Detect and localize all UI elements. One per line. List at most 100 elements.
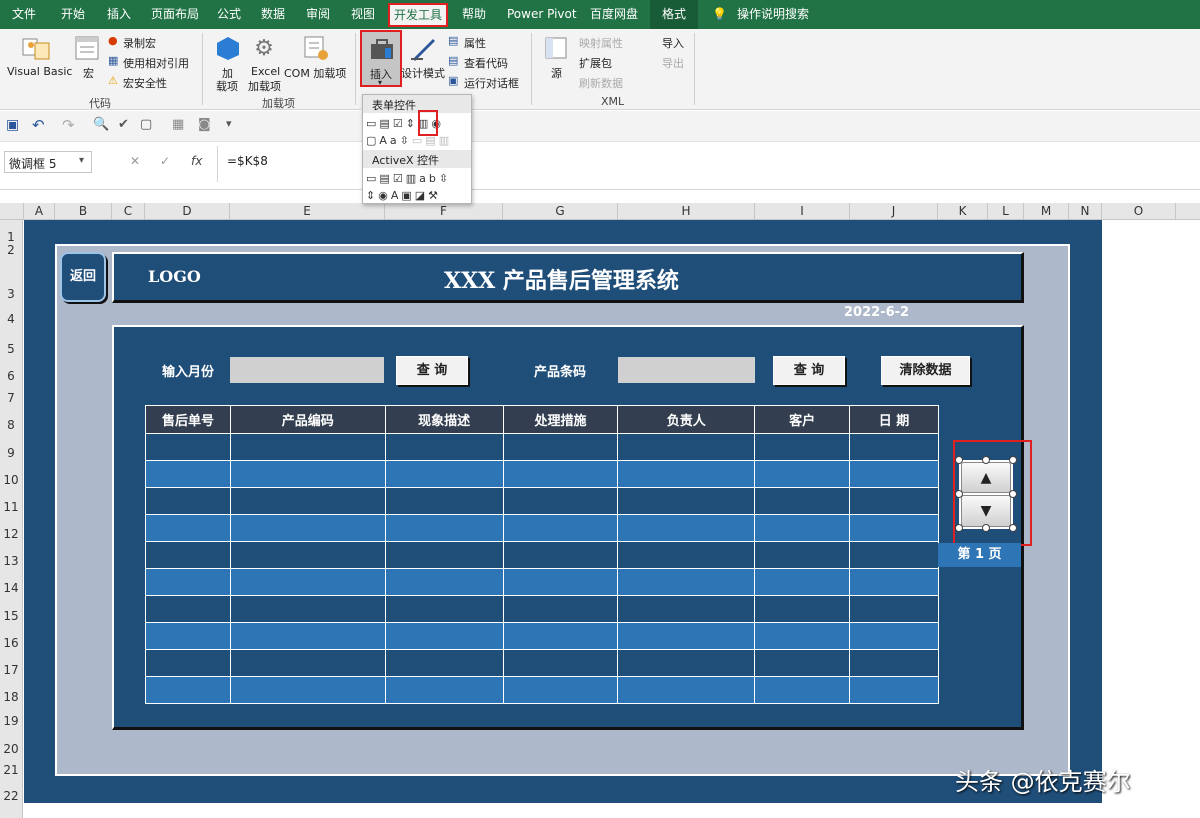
table-cell[interactable]	[754, 514, 851, 542]
spin-button[interactable]: ▲ ▼	[959, 460, 1013, 529]
view-code-button[interactable]: 查看代码	[464, 55, 508, 71]
table-cell[interactable]	[502, 595, 619, 623]
table-cell[interactable]	[502, 622, 619, 650]
com-addins-icon[interactable]	[302, 35, 330, 61]
table-cell[interactable]	[849, 433, 939, 461]
table-cell[interactable]	[617, 487, 756, 515]
addins-icon[interactable]	[214, 35, 242, 61]
row-header[interactable]: 18	[0, 690, 22, 704]
table-cell[interactable]	[229, 568, 386, 596]
tab-baidu[interactable]: 百度网盘	[590, 0, 638, 29]
formula-input[interactable]: =$K$8	[227, 154, 268, 168]
table-cell[interactable]	[384, 460, 504, 488]
table-cell[interactable]	[229, 541, 386, 569]
row-header[interactable]: 21	[0, 763, 22, 777]
spin-up-button[interactable]: ▲	[961, 462, 1011, 493]
table-cell[interactable]	[849, 514, 939, 542]
macro-security-button[interactable]: 宏安全性	[123, 75, 167, 91]
tab-insert[interactable]: 插入	[107, 0, 131, 29]
clear-data-button[interactable]: 清除数据	[881, 356, 970, 385]
table-cell[interactable]	[145, 487, 231, 515]
activex-list-box-icon[interactable]: ▥	[406, 172, 419, 185]
table-cell[interactable]	[617, 433, 756, 461]
visual-basic-icon[interactable]	[20, 35, 52, 63]
column-header[interactable]: E	[230, 203, 385, 220]
resize-handle[interactable]	[982, 524, 990, 532]
excel-addins-label-bottom[interactable]: 加载项	[248, 78, 281, 94]
tab-data[interactable]: 数据	[261, 0, 285, 29]
table-cell[interactable]	[502, 541, 619, 569]
relative-reference-button[interactable]: 使用相对引用	[123, 55, 189, 71]
row-header[interactable]: 13	[0, 554, 22, 568]
barcode-input[interactable]	[618, 357, 755, 383]
table-cell[interactable]	[145, 541, 231, 569]
table-cell[interactable]	[754, 676, 851, 704]
table-cell[interactable]	[754, 460, 851, 488]
table-cell[interactable]	[754, 541, 851, 569]
table-cell[interactable]	[502, 487, 619, 515]
save-icon[interactable]: ▣	[6, 117, 19, 133]
row-header[interactable]: 11	[0, 500, 22, 514]
resize-handle[interactable]	[1009, 456, 1017, 464]
table-icon[interactable]: ▦	[172, 117, 184, 132]
name-box[interactable]: 微调框 5 ▾	[4, 151, 92, 173]
row-header[interactable]: 16	[0, 636, 22, 650]
table-cell[interactable]	[502, 568, 619, 596]
map-properties-button[interactable]: 映射属性	[579, 35, 623, 51]
table-cell[interactable]	[617, 568, 756, 596]
column-header[interactable]: I	[755, 203, 850, 220]
row-header[interactable]: 15	[0, 609, 22, 623]
resize-handle[interactable]	[955, 524, 963, 532]
table-cell[interactable]	[849, 541, 939, 569]
customize-qat-icon[interactable]: ▾	[226, 117, 232, 130]
column-header[interactable]: D	[145, 203, 230, 220]
table-cell[interactable]	[229, 649, 386, 677]
resize-handle[interactable]	[955, 456, 963, 464]
table-cell[interactable]	[229, 676, 386, 704]
row-header[interactable]: 14	[0, 581, 22, 595]
table-cell[interactable]	[849, 568, 939, 596]
row-header[interactable]: 12	[0, 527, 22, 541]
insert-function-icon[interactable]: fx	[191, 154, 202, 168]
table-cell[interactable]	[502, 649, 619, 677]
select-all-corner[interactable]	[0, 203, 24, 220]
table-cell[interactable]	[849, 460, 939, 488]
table-cell[interactable]	[229, 595, 386, 623]
table-cell[interactable]	[384, 514, 504, 542]
table-cell[interactable]	[754, 568, 851, 596]
source-label[interactable]: 源	[551, 65, 562, 81]
properties-button[interactable]: 属性	[464, 35, 486, 51]
table-cell[interactable]	[145, 622, 231, 650]
spin-down-button[interactable]: ▼	[961, 495, 1011, 527]
expansion-packs-button[interactable]: 扩展包	[579, 55, 612, 71]
gear-icon[interactable]: ⚙	[250, 35, 278, 61]
row-header[interactable]: 10	[0, 473, 22, 487]
table-cell[interactable]	[502, 676, 619, 704]
table-cell[interactable]	[229, 514, 386, 542]
month-input[interactable]	[230, 357, 384, 383]
table-cell[interactable]	[145, 568, 231, 596]
scroll-bar-control-icon[interactable]: ⇳	[400, 134, 412, 147]
resize-handle[interactable]	[982, 456, 990, 464]
row-header[interactable]: 19	[0, 714, 22, 728]
table-cell[interactable]	[617, 676, 756, 704]
toggle-button-icon[interactable]: ◪	[415, 189, 428, 202]
table-cell[interactable]	[754, 622, 851, 650]
tab-developer[interactable]: 开发工具	[388, 3, 448, 27]
refresh-data-button[interactable]: 刷新数据	[579, 75, 623, 91]
table-cell[interactable]	[384, 676, 504, 704]
tab-help[interactable]: 帮助	[462, 0, 486, 29]
table-cell[interactable]	[384, 622, 504, 650]
column-header[interactable]: F	[385, 203, 503, 220]
tab-file[interactable]: 文件	[12, 0, 36, 29]
checkbox-control-icon[interactable]: ☑	[393, 117, 406, 130]
column-header[interactable]: G	[503, 203, 618, 220]
column-header[interactable]: O	[1102, 203, 1176, 220]
enter-icon[interactable]: ✓	[160, 154, 170, 168]
row-header[interactable]: 22	[0, 789, 22, 803]
export-button[interactable]: 导出	[662, 55, 684, 71]
row-header[interactable]: 6	[0, 369, 22, 383]
undo-icon[interactable]: ↶	[32, 116, 45, 134]
import-button[interactable]: 导入	[662, 35, 684, 51]
activex-combo-box-icon[interactable]: ▤	[379, 172, 392, 185]
